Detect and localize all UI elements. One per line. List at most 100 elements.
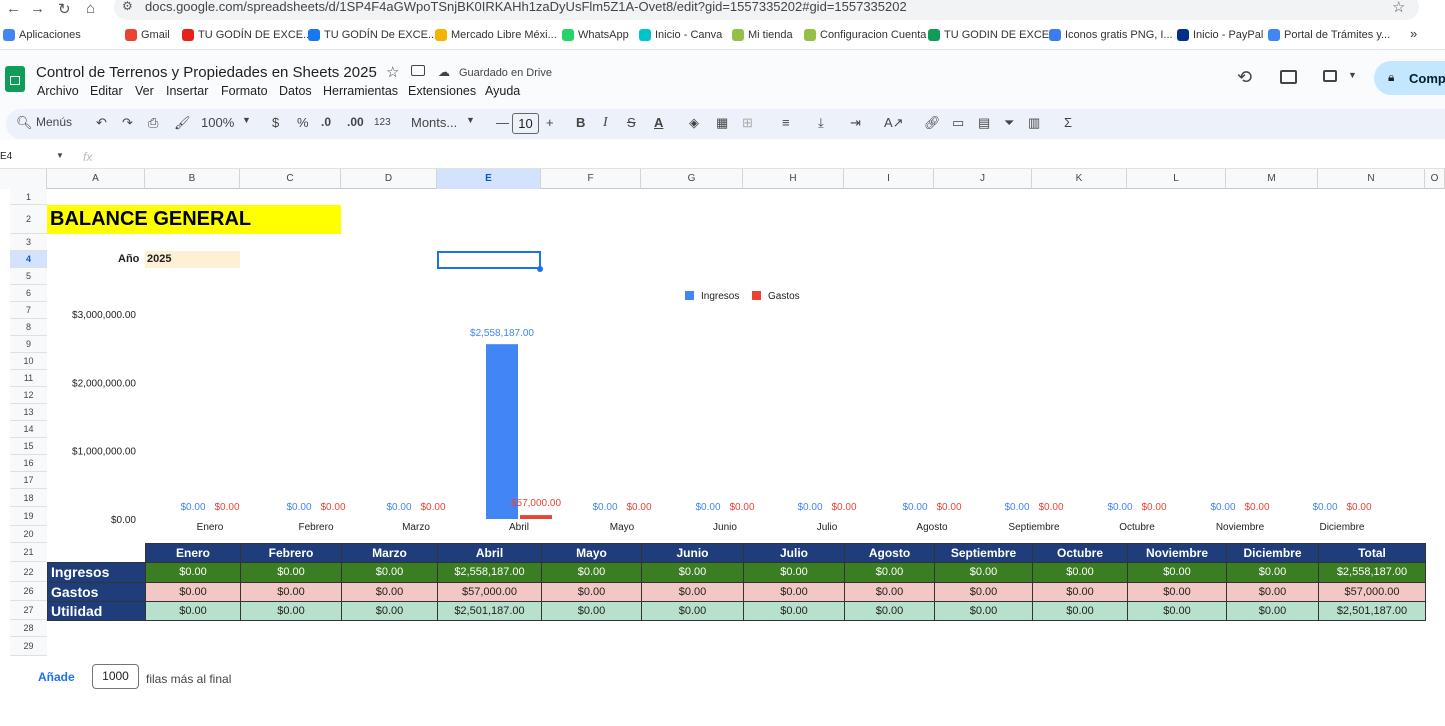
table-header-cell[interactable]: Agosto [844,543,935,563]
bookmark-item[interactable]: Inicio - Canva [639,29,722,41]
row-header[interactable]: 5 [10,268,47,285]
table-header-cell[interactable]: Febrero [240,543,342,563]
column-header[interactable]: G [641,169,743,189]
undo-icon[interactable]: ↶ [96,115,107,131]
row-header[interactable]: 7 [10,302,47,319]
search-menus-icon[interactable]: 🔍︎ [16,115,33,131]
column-header[interactable]: O [1425,169,1445,189]
table-cell[interactable]: $0.00 [341,582,438,602]
row-header[interactable]: 20 [10,526,47,543]
table-cell[interactable]: $0.00 [1127,601,1227,621]
table-cell[interactable]: $2,558,187.00 [1318,562,1426,583]
column-header[interactable]: F [541,169,641,189]
row-header[interactable]: 14 [10,421,47,438]
fill-handle[interactable] [537,266,543,272]
bookmark-item[interactable]: Aplicaciones [3,29,81,41]
strikethrough-icon[interactable]: S [627,115,636,130]
table-header-cell[interactable]: Junio [641,543,744,563]
row-header[interactable]: 16 [10,455,47,472]
table-cell[interactable]: $0.00 [641,601,744,621]
horizontal-align-icon[interactable]: ≡ [782,115,790,130]
table-cell[interactable]: $0.00 [341,562,438,583]
meet-icon[interactable] [1323,70,1337,82]
column-header[interactable]: B [145,169,240,189]
table-cell[interactable]: $0.00 [1127,562,1227,583]
back-icon[interactable]: ← [6,0,21,17]
fill-color-icon[interactable]: ◈ [689,115,699,131]
row-header[interactable]: 11 [10,370,47,387]
text-color-icon[interactable]: A [654,115,663,130]
table-cell[interactable]: $0.00 [641,582,744,602]
menu-item[interactable]: Insertar [166,84,208,98]
redo-icon[interactable]: ↷ [122,115,133,131]
row-header[interactable]: 3 [10,234,47,251]
table-cell[interactable]: $0.00 [1032,601,1128,621]
column-header[interactable]: A [47,169,145,189]
table-cell[interactable]: $57,000.00 [437,582,542,602]
menu-item[interactable]: Archivo [37,84,79,98]
row-header[interactable]: 15 [10,438,47,455]
bookmark-item[interactable]: Mi tienda [732,29,793,41]
forward-icon[interactable]: → [30,0,45,17]
percent-format[interactable]: % [297,115,309,130]
home-icon[interactable]: ⌂ [86,0,95,17]
document-title[interactable]: Control de Terrenos y Propiedades en She… [36,64,377,81]
table-cell[interactable]: $2,501,187.00 [1318,601,1426,621]
merge-cells-icon[interactable]: ⊞ [742,115,753,131]
table-cell[interactable]: $0.00 [341,601,438,621]
table-cell[interactable]: $0.00 [541,582,642,602]
menu-item[interactable]: Editar [90,84,123,98]
insert-comment-icon[interactable]: ▭ [952,115,964,131]
bookmark-item[interactable]: WhatsApp [562,29,629,41]
star-icon[interactable]: ☆ [386,63,399,81]
font-dropdown-icon[interactable]: ▼ [466,115,475,125]
column-header[interactable]: H [743,169,844,189]
column-header[interactable]: D [341,169,437,189]
borders-icon[interactable]: ▦ [716,115,728,131]
table-header-cell[interactable]: Noviembre [1127,543,1227,563]
year-cell[interactable]: 2025 [145,251,240,268]
name-box[interactable]: E4 [0,151,12,162]
select-all-corner[interactable] [0,169,47,189]
table-cell[interactable]: $0.00 [743,582,845,602]
table-header-cell[interactable]: Mayo [541,543,642,563]
share-button[interactable]: 🔒︎ Compa [1374,61,1445,95]
row-header[interactable]: 17 [10,472,47,489]
row-header[interactable]: 19 [10,507,47,526]
bookmark-item[interactable]: Configuracion Cuenta [804,29,926,41]
row-header[interactable]: 12 [10,387,47,404]
italic-icon[interactable]: I [603,115,608,131]
column-header[interactable]: E [437,169,541,189]
table-cell[interactable]: $0.00 [844,582,935,602]
filter-icon[interactable]: ⏷ [1004,115,1014,131]
bookmark-item[interactable]: Gmail [125,29,170,41]
bookmark-item[interactable]: TU GODIN DE EXCEL [928,29,1055,41]
bar-gastos[interactable] [520,515,552,519]
text-wrap-icon[interactable]: ⇥ [850,115,861,131]
bookmark-item[interactable]: TU GODÍN De EXCE... [308,29,437,41]
number-format[interactable]: 123 [374,117,391,128]
table-cell[interactable]: $0.00 [934,562,1033,583]
table-cell[interactable]: $0.00 [844,562,935,583]
table-cell[interactable]: $57,000.00 [1318,582,1426,602]
balance-title-cell[interactable]: BALANCE GENERAL [47,205,341,234]
column-header[interactable]: J [934,169,1032,189]
table-header-cell[interactable]: Diciembre [1226,543,1319,563]
insert-link-icon[interactable]: 🔗︎ [924,115,941,131]
table-cell[interactable]: $0.00 [541,562,642,583]
table-cell[interactable]: $0.00 [743,601,845,621]
menu-item[interactable]: Datos [279,84,312,98]
table-header-cell[interactable]: Marzo [341,543,438,563]
table-cell[interactable]: $0.00 [145,582,241,602]
table-header-cell[interactable]: Octubre [1032,543,1128,563]
font-size-decrease-icon[interactable]: — [496,115,509,130]
table-cell[interactable]: $0.00 [1032,562,1128,583]
table-header-cell[interactable]: Septiembre [934,543,1033,563]
menu-item[interactable]: Ayuda [485,84,520,98]
font-size-increase-icon[interactable]: + [546,115,554,130]
paint-format-icon[interactable]: 🖌︎ [174,115,191,131]
bookmark-item[interactable]: Iconos gratis PNG, I... [1049,29,1173,41]
bookmark-item[interactable]: Mercado Libre Méxi... [435,29,557,41]
table-cell[interactable]: $0.00 [1032,582,1128,602]
url-text[interactable]: docs.google.com/spreadsheets/d/1SP4F4aGW… [145,0,907,14]
